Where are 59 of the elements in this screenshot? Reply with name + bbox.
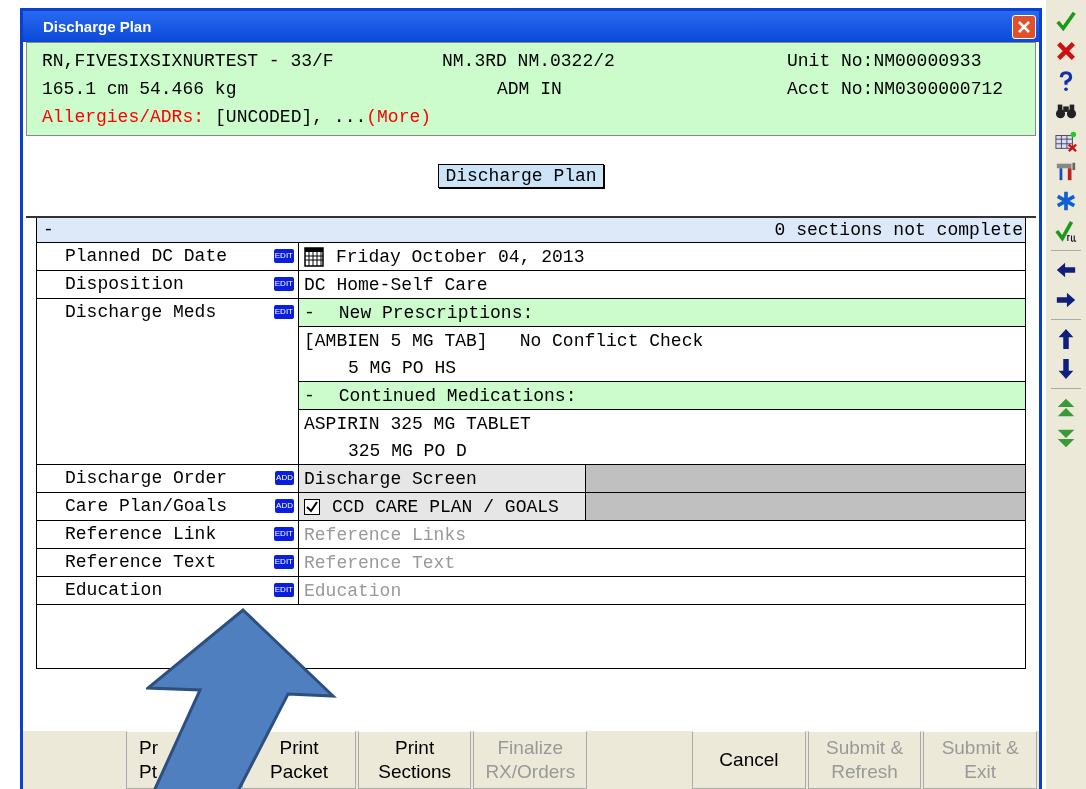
medication-dose: 325 MG PO D: [348, 440, 467, 461]
group-toggle[interactable]: -: [304, 385, 315, 406]
action-badge[interactable]: EDIT: [273, 277, 294, 291]
row-label: Care Plan/Goals: [65, 495, 228, 518]
row-label: Reference Link: [65, 523, 217, 546]
medication-name: [AMBIEN 5 MG TAB]: [304, 330, 488, 351]
patient-measurements: 165.1 cm 54.466 kg: [42, 79, 238, 99]
action-badge[interactable]: EDIT: [273, 583, 294, 597]
action-badge[interactable]: EDIT: [273, 555, 294, 569]
close-button[interactable]: [1012, 14, 1036, 39]
action-badge[interactable]: ADD: [275, 499, 294, 513]
patient-name: RN,FIVESIXSIXNURTEST - 33/F: [42, 51, 335, 71]
double-down-icon[interactable]: [1055, 427, 1077, 449]
field-value: DC Home-Self Care: [304, 274, 488, 295]
placeholder-text: Reference Text: [304, 552, 456, 573]
table-icon[interactable]: [1055, 130, 1077, 152]
more-link[interactable]: (More): [366, 107, 432, 127]
row-label: Reference Text: [65, 551, 217, 574]
group-title: New Prescriptions:: [338, 302, 534, 323]
calendar-icon[interactable]: [304, 246, 324, 267]
action-badge[interactable]: ADD: [275, 471, 294, 485]
allergies-value: [UNCODED], ...: [215, 107, 367, 127]
close-icon: [1017, 19, 1031, 34]
close-icon[interactable]: [1055, 40, 1077, 62]
placeholder-text: Reference Links: [304, 524, 467, 545]
action-badge[interactable]: EDIT: [273, 249, 294, 263]
check-icon[interactable]: [1055, 10, 1077, 32]
row-label: Education: [65, 579, 163, 602]
window-title: Discharge Plan: [43, 18, 152, 35]
action-badge[interactable]: EDIT: [273, 527, 294, 541]
asterisk-icon[interactable]: [1055, 190, 1077, 212]
unit-number: Unit No:NM00000933: [787, 51, 983, 71]
footer-button[interactable]: Print Sections: [357, 731, 472, 789]
patient-location: NM.3RD NM.0322/2: [442, 51, 616, 71]
medication-note: No Conflict Check: [519, 330, 704, 351]
checkbox-label: CCD CARE PLAN / GOALS: [332, 496, 559, 517]
double-up-icon[interactable]: [1055, 397, 1077, 419]
medication-dose: 5 MG PO HS: [348, 357, 457, 378]
group-title: Continued Medications:: [338, 385, 577, 406]
allergies-label: Allergies/ADRs:: [42, 107, 205, 127]
row-label: Discharge Meds: [65, 301, 217, 324]
completion-status: 0 sections not complete: [774, 220, 1023, 240]
order-value[interactable]: Discharge Screen: [299, 465, 586, 492]
account-number: Acct No:NM0300000712: [787, 79, 1005, 99]
row-label: Disposition: [65, 273, 184, 296]
section-button[interactable]: Discharge Plan: [438, 164, 604, 188]
check-all-icon[interactable]: [1055, 220, 1077, 242]
footer-button[interactable]: Cancel: [692, 731, 806, 789]
group-toggle[interactable]: -: [304, 302, 315, 323]
placeholder-text: Education: [304, 580, 402, 601]
date-value: Friday October 04, 2013: [336, 246, 585, 267]
medication-name: ASPIRIN 325 MG TABLET: [304, 413, 531, 434]
tools-icon[interactable]: [1055, 160, 1077, 182]
action-badge[interactable]: EDIT: [273, 305, 294, 319]
admission-status: ADM IN: [496, 79, 563, 99]
collapse-toggle[interactable]: -: [43, 220, 54, 240]
row-label: Discharge Order: [65, 467, 228, 490]
row-label: Planned DC Date: [65, 245, 228, 268]
checkbox[interactable]: [304, 498, 320, 515]
